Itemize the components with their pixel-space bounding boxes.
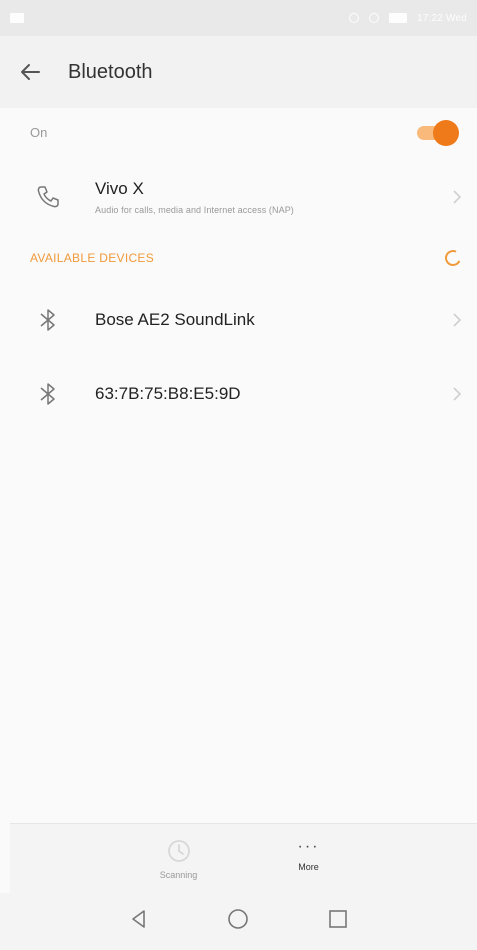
system-nav-bar [0,893,477,950]
bluetooth-icon [0,307,95,333]
available-device-row[interactable]: 63:7B:75:B8:E5:9D [0,364,477,424]
refresh-label: Scanning [159,870,198,880]
notification-icon [10,13,24,23]
device-name: Bose AE2 SoundLink [95,310,255,329]
battery-icon [389,13,408,23]
bluetooth-toggle-row[interactable]: On [0,108,477,156]
wifi-icon [369,13,380,23]
home-circle-icon[interactable] [226,907,250,936]
page-title: Bluetooth [68,60,153,83]
bottom-action-bar: Scanning ··· More [10,823,477,893]
toggle-label: On [30,124,48,140]
more-label: More [298,862,319,872]
device-subtitle: Audio for calls, media and Internet acce… [95,205,294,215]
bluetooth-status-icon [349,13,360,23]
back-triangle-icon[interactable] [128,908,150,935]
back-arrow-icon[interactable] [0,36,60,108]
available-device-row[interactable]: Bose AE2 SoundLink [0,290,477,350]
more-dots-icon: ··· [297,838,320,855]
bluetooth-icon [0,381,95,407]
device-name: Vivo X [95,179,144,198]
refresh-button[interactable]: Scanning [144,838,214,893]
more-button[interactable]: ··· More [274,838,344,893]
chevron-right-icon[interactable] [437,190,477,204]
recents-square-icon[interactable] [327,908,349,935]
status-icons: 17:22 Wed [349,13,467,24]
device-name: 63:7B:75:B8:E5:9D [95,384,241,403]
refresh-icon [167,840,190,862]
status-time: 17:22 Wed [417,12,467,24]
chevron-right-icon[interactable] [437,313,477,327]
bluetooth-toggle[interactable] [415,119,459,146]
status-bar: 17:22 Wed [0,0,477,36]
phone-icon [0,184,95,210]
section-title: AVAILABLE DEVICES [30,251,155,265]
available-devices-header: AVAILABLE DEVICES [0,243,477,273]
scanning-spinner-icon [442,247,464,269]
chevron-right-icon[interactable] [437,387,477,401]
app-bar: Bluetooth [0,36,477,108]
paired-device-row[interactable]: Vivo X Audio for calls, media and Intern… [0,166,477,228]
toggle-knob [433,120,459,146]
paired-device-text: Vivo X Audio for calls, media and Intern… [95,179,437,215]
